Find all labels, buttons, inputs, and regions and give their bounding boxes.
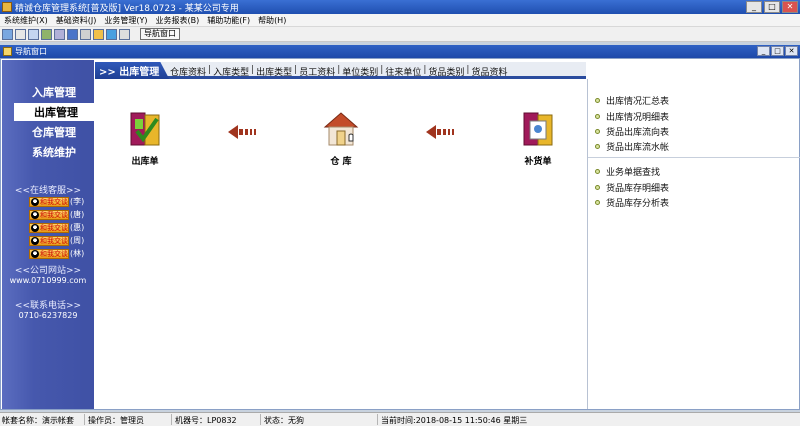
sidebar-item-warehouse[interactable]: 仓库管理	[12, 123, 96, 141]
bullet-icon	[595, 98, 600, 103]
tab-outbound-management[interactable]: >> 出库管理	[95, 62, 170, 79]
sidebar-item-system[interactable]: 系统维护	[12, 143, 96, 161]
menu-business[interactable]: 业务管理(Y)	[100, 15, 151, 26]
left-arrow-icon	[426, 125, 454, 139]
online-service-title: <<在线客服>>	[14, 186, 82, 196]
child-maximize-button[interactable]: □	[771, 46, 784, 56]
toolbar: 导航窗口	[0, 27, 800, 42]
report-link-stock-detail[interactable]: 货品库存明细表	[595, 181, 669, 194]
report-link-document-search[interactable]: 业务单据查找	[595, 165, 660, 178]
company-site-title: <<公司网站>>	[14, 266, 82, 276]
qq-chat-button[interactable]: 和我交谈	[29, 222, 69, 233]
qq-contact-hui[interactable]: 和我交谈 (惠)	[29, 222, 84, 233]
app-icon	[2, 2, 12, 12]
report-link-outbound-flow[interactable]: 货品出库流向表	[595, 125, 669, 138]
tab-bar: >> 出库管理 仓库资料 | 入库类型 | 出库类型 | 员工资料 | 单位类别 | 往来…	[95, 62, 586, 79]
qq-chat-button[interactable]: 和我交谈	[29, 248, 69, 259]
menu-reports[interactable]: 业务报表(B)	[151, 15, 203, 26]
bullet-icon	[595, 114, 600, 119]
restock-slip-icon	[523, 112, 553, 146]
report-link-outbound-detail[interactable]: 出库情况明细表	[595, 110, 669, 123]
bullet-icon	[595, 200, 600, 205]
close-button[interactable]: ✕	[782, 1, 798, 13]
left-arrow-icon	[228, 125, 256, 139]
child-window-title: 导航窗口	[15, 47, 47, 56]
chart-icon[interactable]	[54, 28, 65, 40]
help-icon[interactable]	[106, 28, 117, 40]
status-current-time: 当前时间:2018-08-15 11:50:46 星期三	[381, 416, 528, 425]
qq-penguin-icon	[31, 197, 39, 206]
exit-icon[interactable]	[119, 28, 130, 40]
sidebar: 入库管理 出库管理 仓库管理 系统维护 <<在线客服>> 和我交谈 (李) 和我…	[2, 60, 98, 409]
bullet-icon	[595, 144, 600, 149]
status-state: 状态：无狗	[264, 416, 304, 425]
menu-system[interactable]: 系统维护(X)	[0, 15, 52, 26]
qq-penguin-icon	[31, 236, 39, 245]
warehouse-label: 仓 库	[330, 157, 352, 167]
qq-contact-zhou[interactable]: 和我交谈 (周)	[29, 235, 84, 246]
qq-penguin-icon	[31, 249, 39, 258]
qq-penguin-icon	[31, 223, 39, 232]
qq-chat-button[interactable]: 和我交谈	[29, 235, 69, 246]
window-icon	[3, 47, 12, 56]
qq-contact-lin[interactable]: 和我交谈 (林)	[29, 248, 84, 259]
tab-unit-category[interactable]: 单位类别	[341, 65, 379, 78]
restock-slip-button[interactable]: 补货单	[508, 109, 568, 167]
card-icon[interactable]	[67, 28, 78, 40]
window-icon[interactable]	[2, 28, 13, 40]
list-icon[interactable]	[41, 28, 52, 40]
minimize-button[interactable]: _	[746, 1, 762, 13]
child-close-button[interactable]: ✕	[785, 46, 798, 56]
qq-chat-button[interactable]: 和我交谈	[29, 209, 69, 220]
status-bar: 帐套名称：演示帐套 操作员：管理员 机器号：LP0832 状态：无狗 当前时间:…	[0, 412, 800, 426]
tab-goods-data[interactable]: 货品资料	[470, 65, 508, 78]
warehouse-button[interactable]: 仓 库	[311, 109, 371, 167]
sidebar-item-outbound[interactable]: 出库管理	[14, 103, 98, 121]
panel-divider	[588, 157, 800, 158]
maximize-button[interactable]: □	[764, 1, 780, 13]
menu-tools[interactable]: 辅助功能(F)	[203, 15, 254, 26]
bullet-icon	[595, 169, 600, 174]
qq-contact-li[interactable]: 和我交谈 (李)	[29, 196, 84, 207]
contact-phone-number: 0710-6237829	[18, 311, 78, 320]
title-bar: 精诚仓库管理系统[普及版] Ver18.0723 - 某某公司专用 _ □ ✕	[0, 0, 800, 14]
child-window-title-bar: 导航窗口 _ □ ✕	[0, 45, 800, 58]
qq-chat-button[interactable]: 和我交谈	[29, 196, 69, 207]
outbound-slip-icon	[130, 112, 160, 146]
contact-phone-title: <<联系电话>>	[14, 301, 82, 311]
window-title: 精诚仓库管理系统[普及版] Ver18.0723 - 某某公司专用	[15, 3, 239, 14]
menu-basic-data[interactable]: 基础资料(J)	[52, 15, 101, 26]
bullet-icon	[595, 185, 600, 190]
menu-help[interactable]: 帮助(H)	[254, 15, 290, 26]
report-link-outbound-ledger[interactable]: 货品出库流水帐	[595, 140, 669, 153]
company-site-link[interactable]: www.0710999.com	[2, 276, 94, 285]
report-link-outbound-summary[interactable]: 出库情况汇总表	[595, 94, 669, 107]
menu-bar: 系统维护(X) 基础资料(J) 业务管理(Y) 业务报表(B) 辅助功能(F) …	[0, 14, 800, 27]
restock-slip-label: 补货单	[524, 157, 552, 167]
status-account: 帐套名称：演示帐套	[2, 416, 74, 425]
edit-icon[interactable]	[93, 28, 104, 40]
tab-outbound-type[interactable]: 出库类型	[255, 65, 293, 78]
nav-window-button[interactable]: 导航窗口	[140, 28, 180, 40]
tab-partner-units[interactable]: 往来单位	[384, 65, 422, 78]
outbound-slip-button[interactable]: 出库单	[115, 109, 175, 167]
qq-contact-tang[interactable]: 和我交谈 (唐)	[29, 209, 84, 220]
tab-warehouse-data[interactable]: 仓库资料	[169, 65, 207, 78]
bullet-icon	[595, 129, 600, 134]
tab-goods-category[interactable]: 货品类别	[427, 65, 465, 78]
document-icon[interactable]	[15, 28, 26, 40]
tab-staff-data[interactable]: 员工资料	[298, 65, 336, 78]
save-icon[interactable]	[80, 28, 91, 40]
status-operator: 操作员：管理员	[88, 416, 144, 425]
outbound-slip-label: 出库单	[131, 157, 159, 167]
sidebar-item-inbound[interactable]: 入库管理	[12, 83, 96, 101]
copy-icon[interactable]	[28, 28, 39, 40]
qq-penguin-icon	[31, 210, 39, 219]
tab-inbound-type[interactable]: 入库类型	[212, 65, 250, 78]
child-minimize-button[interactable]: _	[757, 46, 770, 56]
report-link-stock-analysis[interactable]: 货品库存分析表	[595, 196, 669, 209]
warehouse-icon	[323, 112, 359, 146]
status-machine: 机器号：LP0832	[175, 416, 237, 425]
report-links-panel: 出库情况汇总表 出库情况明细表 货品出库流向表 货品出库流水帐 业务单据查找 货…	[587, 79, 800, 409]
